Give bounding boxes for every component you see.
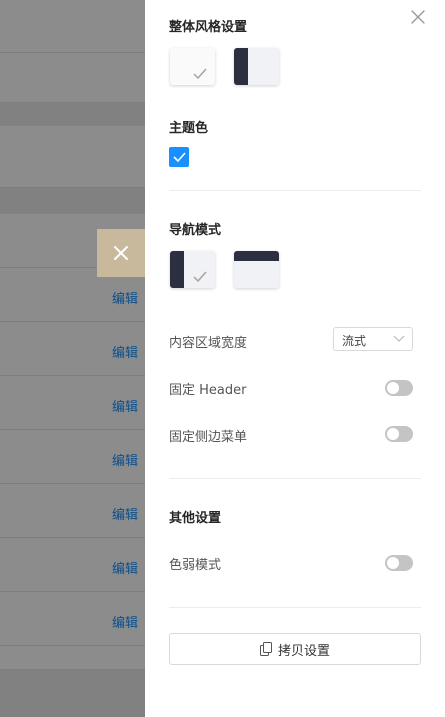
drawer-handle-close-button[interactable]	[97, 229, 145, 277]
copy-icon	[259, 642, 272, 656]
nav-topmenu-option[interactable]	[234, 251, 279, 288]
thumb-topbar	[234, 251, 279, 261]
fixed-header-label: 固定 Header	[169, 383, 247, 398]
theme-light-option[interactable]	[170, 48, 215, 85]
color-weak-label: 色弱模式	[169, 558, 222, 573]
fixed-sidebar-label: 固定侧边菜单	[169, 430, 248, 445]
copy-settings-label: 拷贝设置	[277, 643, 330, 659]
copy-settings-button[interactable]: 拷贝设置	[169, 633, 421, 665]
theme-color-swatch[interactable]	[169, 147, 189, 167]
check-icon	[172, 152, 186, 162]
theme-dark-option[interactable]	[234, 48, 279, 85]
check-icon	[193, 68, 207, 79]
fixed-sidebar-toggle[interactable]	[385, 426, 413, 442]
overall-style-title: 整体风格设置	[169, 20, 248, 35]
nav-sidemenu-option[interactable]	[170, 251, 215, 288]
thumb-sidebar	[234, 48, 248, 85]
check-icon	[193, 271, 207, 282]
divider	[169, 607, 421, 608]
chevron-down-icon	[393, 335, 405, 342]
toggle-knob	[387, 557, 399, 569]
toggle-knob	[387, 382, 399, 394]
color-weak-toggle[interactable]	[385, 555, 413, 571]
fixed-header-toggle[interactable]	[385, 380, 413, 396]
theme-color-title: 主题色	[169, 121, 209, 136]
close-icon	[114, 246, 128, 260]
nav-mode-title: 导航模式	[169, 223, 222, 238]
content-width-label: 内容区域宽度	[169, 336, 248, 351]
close-icon[interactable]	[409, 8, 427, 26]
content-width-value: 流式	[342, 334, 367, 348]
content-width-select[interactable]: 流式	[333, 327, 413, 351]
settings-drawer: 整体风格设置 主题色 导航模式 内容区域宽度 流式 固定 Header 固定侧边…	[145, 0, 445, 717]
divider	[169, 190, 421, 191]
other-settings-title: 其他设置	[169, 511, 222, 526]
thumb-sidebar	[170, 251, 184, 288]
divider	[169, 478, 421, 479]
toggle-knob	[387, 428, 399, 440]
